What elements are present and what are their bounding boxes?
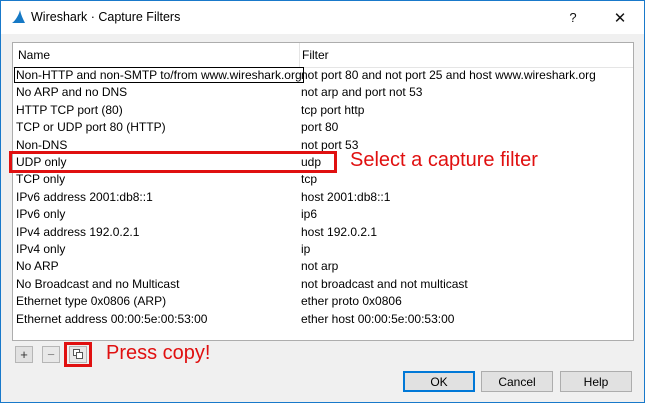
row-name-cell: IPv6 only xyxy=(16,207,66,222)
table-row[interactable]: IPv6 only ip6 xyxy=(13,206,633,223)
filter-list[interactable]: Name Filter Non-HTTP and non-SMTP to/fro… xyxy=(12,42,634,341)
select-annotation-text: Select a capture filter xyxy=(350,149,538,171)
row-filter-cell: ip xyxy=(301,242,311,256)
row-filter-cell: tcp xyxy=(301,172,318,187)
table-row[interactable]: TCP or UDP port 80 (HTTP) port 80 xyxy=(13,119,633,136)
row-name-cell: IPv4 only xyxy=(16,242,66,256)
row-name-cell: HTTP TCP port (80) xyxy=(16,102,123,117)
table-row[interactable]: Ethernet type 0x0806 (ARP) ether proto 0x… xyxy=(13,293,633,310)
title-bar: Wireshark · Capture Filters ? ✕ xyxy=(1,1,644,34)
row-filter-cell: tcp port http xyxy=(301,102,365,117)
row-name-cell: Ethernet address 00:00:5e:00:53:00 xyxy=(16,311,208,326)
row-name-cell: No Broadcast and no Multicast xyxy=(16,276,180,291)
table-row[interactable]: Non-HTTP and non-SMTP to/from www.wiresh… xyxy=(13,67,633,84)
select-highlight-box xyxy=(9,151,337,173)
ok-button[interactable]: OK xyxy=(403,371,475,392)
column-header-name[interactable]: Name xyxy=(18,48,50,62)
row-name-cell: IPv6 address 2001:db8::1 xyxy=(16,189,153,204)
wireshark-fin-icon xyxy=(10,9,26,25)
row-filter-cell: not arp and port not 53 xyxy=(301,85,423,100)
close-button[interactable]: ✕ xyxy=(603,1,637,34)
column-divider[interactable] xyxy=(299,43,300,67)
row-filter-cell: ether host 00:00:5e:00:53:00 xyxy=(301,311,455,326)
copy-annotation-text: Press copy! xyxy=(106,342,211,364)
table-row[interactable]: IPv4 address 192.0.2.1 host 192.0.2.1 xyxy=(13,224,633,241)
table-row[interactable]: HTTP TCP port (80) tcp port http xyxy=(13,102,633,119)
row-name-cell: No ARP xyxy=(16,259,59,274)
table-row[interactable]: IPv4 only ip xyxy=(13,241,633,258)
list-header: Name Filter xyxy=(13,43,633,68)
row-filter-cell: not port 80 and not port 25 and host www… xyxy=(301,68,596,82)
window-title: Wireshark · Capture Filters xyxy=(31,10,181,24)
help-title-button[interactable]: ? xyxy=(556,1,590,34)
row-name-cell: Non-HTTP and non-SMTP to/from www.wiresh… xyxy=(14,67,304,83)
table-row[interactable]: No Broadcast and no Multicast not broadca… xyxy=(13,276,633,293)
row-filter-cell: ether proto 0x0806 xyxy=(301,294,402,309)
row-name-cell: Ethernet type 0x0806 (ARP) xyxy=(16,294,167,309)
table-row[interactable]: IPv6 address 2001:db8::1 host 2001:db8::1 xyxy=(13,189,633,206)
copy-highlight-box xyxy=(64,342,92,367)
row-filter-cell: port 80 xyxy=(301,120,339,135)
column-header-filter[interactable]: Filter xyxy=(302,48,329,62)
row-filter-cell: host 2001:db8::1 xyxy=(301,189,391,204)
row-filter-cell: ip6 xyxy=(301,207,318,222)
row-filter-cell: not arp xyxy=(301,259,339,274)
capture-filters-dialog: Wireshark · Capture Filters ? ✕ Name Fil… xyxy=(0,0,645,403)
row-filter-cell: not broadcast and not multicast xyxy=(301,276,468,291)
row-filter-cell: host 192.0.2.1 xyxy=(301,224,378,239)
row-name-cell: Non-DNS xyxy=(16,137,68,152)
row-name-cell: No ARP and no DNS xyxy=(16,85,128,100)
row-name-cell: IPv4 address 192.0.2.1 xyxy=(16,224,140,239)
table-row[interactable]: TCP only tcp xyxy=(13,171,633,188)
remove-filter-button[interactable]: − xyxy=(42,346,60,363)
cancel-button[interactable]: Cancel xyxy=(481,371,553,392)
row-name-cell: TCP or UDP port 80 (HTTP) xyxy=(16,120,166,135)
table-row[interactable]: Ethernet address 00:00:5e:00:53:00 ether … xyxy=(13,311,633,328)
table-row[interactable]: No ARP and no DNS not arp and port not 53 xyxy=(13,84,633,101)
table-row[interactable]: No ARP not arp xyxy=(13,258,633,275)
add-filter-button[interactable]: + xyxy=(15,346,33,363)
help-button[interactable]: Help xyxy=(560,371,632,392)
row-name-cell: TCP only xyxy=(16,172,66,187)
